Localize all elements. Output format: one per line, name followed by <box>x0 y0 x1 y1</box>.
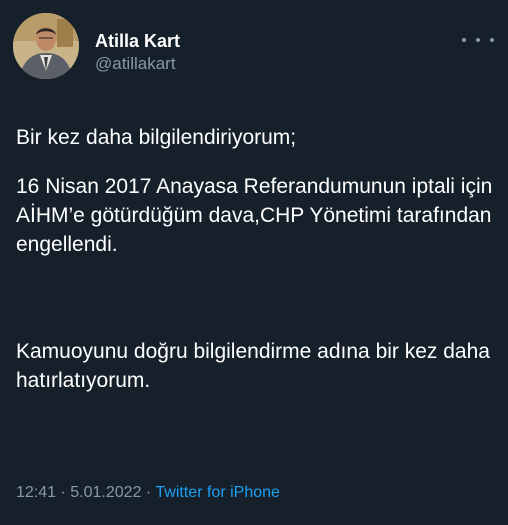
tweet-source-link[interactable]: Twitter for iPhone <box>155 484 280 501</box>
more-dot <box>476 38 480 42</box>
tweet-card: Atilla Kart @atillakart Bir kez daha bil… <box>0 0 508 525</box>
more-dot <box>490 38 494 42</box>
tweet-paragraph: Bir kez daha bilgilendiriyorum; <box>16 126 297 149</box>
meta-separator: · <box>60 484 66 501</box>
tweet-paragraph: 16 Nisan 2017 Anayasa Referandumunun ipt… <box>16 175 493 256</box>
avatar-photo-icon <box>13 13 79 79</box>
more-options-icon[interactable] <box>462 33 494 47</box>
tweet-date[interactable]: 5.01.2022 <box>70 484 141 501</box>
author-handle[interactable]: @atillakart <box>95 54 176 74</box>
author-display-name[interactable]: Atilla Kart <box>95 30 180 52</box>
tweet-time[interactable]: 12:41 <box>16 484 56 501</box>
author-avatar[interactable] <box>13 13 79 79</box>
tweet-metadata: 12:41 · 5.01.2022 · Twitter for iPhone <box>16 483 280 503</box>
meta-separator: · <box>145 484 152 501</box>
tweet-paragraph: Kamuoyunu doğru bilgilendirme adına bir … <box>16 340 490 392</box>
more-dot <box>462 38 466 42</box>
